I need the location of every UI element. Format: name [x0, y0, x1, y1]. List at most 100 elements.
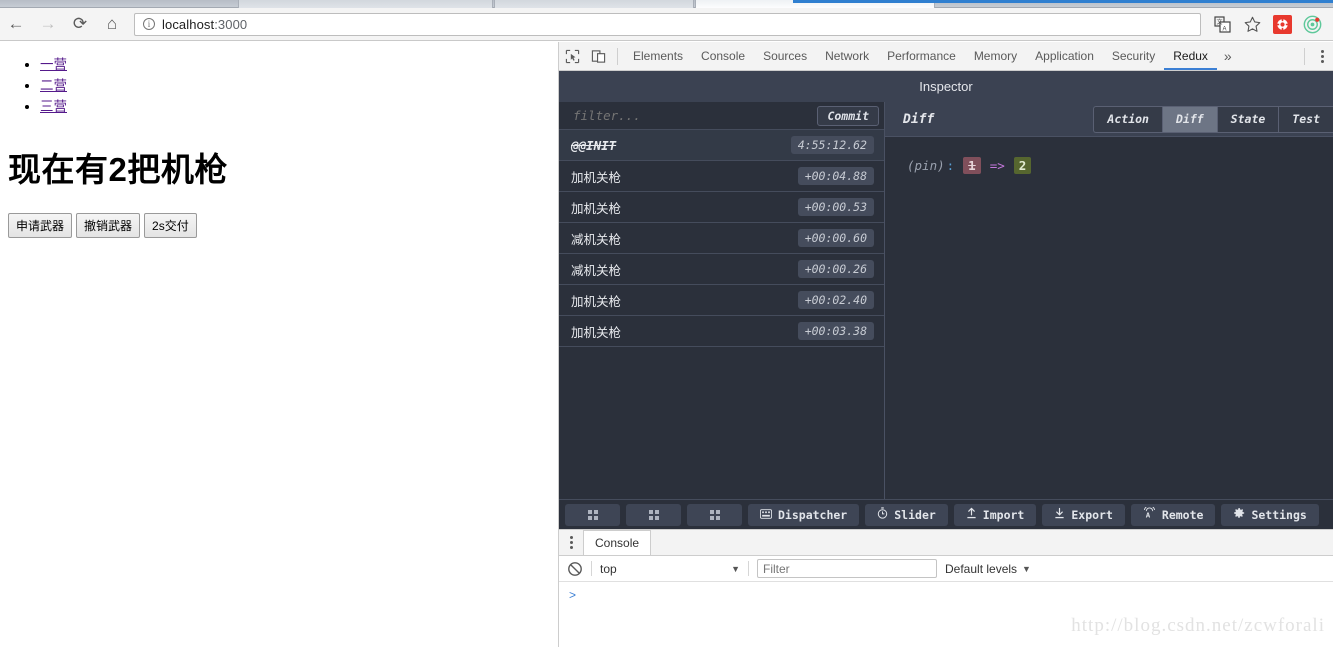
kebab-menu-icon[interactable]: [559, 529, 583, 555]
clear-console-icon[interactable]: [567, 561, 583, 577]
action-row[interactable]: 加机关枪 +00:00.53: [559, 192, 884, 223]
remote-button[interactable]: A Remote: [1130, 503, 1216, 526]
redux-body: Commit @@INIT 4:55:12.62 加机关枪 +00:04.88 …: [559, 102, 1333, 499]
tab-elements[interactable]: Elements: [624, 42, 692, 70]
settings-label: Settings: [1251, 507, 1307, 522]
reload-icon[interactable]: ⟳: [64, 8, 96, 40]
battalion-link[interactable]: 三营: [40, 99, 67, 114]
dispatcher-label: Dispatcher: [778, 507, 848, 522]
tab-redux[interactable]: Redux: [1164, 42, 1217, 70]
settings-button[interactable]: Settings: [1221, 503, 1319, 526]
console-filter-input[interactable]: [757, 559, 937, 578]
stopwatch-icon: [877, 507, 888, 522]
import-button[interactable]: Import: [953, 503, 1037, 526]
console-context-select[interactable]: top ▼: [600, 562, 740, 576]
more-tabs-icon[interactable]: »: [1217, 48, 1239, 64]
revoke-weapon-button[interactable]: 撤销武器: [76, 213, 141, 238]
devtools-panel: Elements Console Sources Network Perform…: [558, 42, 1333, 647]
inspector-tab-action[interactable]: Action: [1093, 105, 1162, 133]
url-host: localhost: [162, 16, 215, 32]
action-name: 减机关枪: [571, 262, 622, 278]
drawer-tab-console[interactable]: Console: [583, 530, 652, 555]
diff-colon: :: [946, 158, 955, 173]
divider: [748, 561, 749, 576]
diff-new-value: 2: [1013, 157, 1032, 174]
tab-application[interactable]: Application: [1026, 42, 1103, 70]
request-weapon-button[interactable]: 申请武器: [8, 213, 73, 238]
extension-icon[interactable]: [1269, 11, 1295, 37]
browser-tab-strip: [0, 0, 1333, 8]
inspector-title: Inspector: [559, 71, 1333, 102]
gear-icon: [1233, 507, 1245, 522]
dispatcher-button[interactable]: Dispatcher: [748, 503, 860, 526]
battalion-list: 一营 二营 三营: [0, 54, 558, 117]
tab-console[interactable]: Console: [692, 42, 754, 70]
actions-list[interactable]: @@INIT 4:55:12.62 加机关枪 +00:04.88 加机关枪 +0…: [559, 130, 884, 499]
divider: [591, 561, 592, 576]
export-button[interactable]: Export: [1042, 503, 1125, 526]
tab-security[interactable]: Security: [1103, 42, 1164, 70]
action-button-row: 申请武器 撤销武器 2s交付: [8, 213, 558, 238]
tab-sources[interactable]: Sources: [754, 42, 816, 70]
translate-icon[interactable]: 文 A: [1209, 11, 1235, 37]
inspect-element-icon[interactable]: [559, 43, 585, 70]
inspector-body: (pin) : 1 => 2: [885, 137, 1333, 499]
back-arrow-icon[interactable]: ←: [0, 8, 32, 40]
chart-monitor-button[interactable]: [687, 503, 742, 526]
toolbar-icons: 文 A: [1209, 11, 1333, 37]
address-bar-url: localhost:3000: [162, 17, 247, 32]
action-name: 加机关枪: [571, 200, 622, 216]
browser-tab[interactable]: [238, 0, 493, 8]
site-info-icon[interactable]: i: [143, 18, 155, 30]
kebab-menu-icon[interactable]: [1311, 43, 1333, 70]
commit-button[interactable]: Commit: [817, 105, 879, 126]
delayed-deliver-button[interactable]: 2s交付: [144, 213, 197, 238]
star-icon[interactable]: [1239, 11, 1265, 37]
react-devtools-icon[interactable]: [1299, 11, 1325, 37]
forward-arrow-icon: →: [39, 14, 57, 33]
slider-button[interactable]: Slider: [865, 503, 948, 526]
inspector-header: Diff Action Diff State Test: [885, 102, 1333, 137]
battalion-link[interactable]: 二营: [40, 78, 67, 93]
console-levels-select[interactable]: Default levels ▼: [945, 562, 1031, 576]
action-timestamp: +00:00.60: [797, 229, 874, 247]
action-row[interactable]: 加机关枪 +00:04.88: [559, 161, 884, 192]
action-row[interactable]: @@INIT 4:55:12.62: [559, 130, 884, 161]
tab-performance[interactable]: Performance: [878, 42, 965, 70]
address-bar[interactable]: i localhost:3000: [134, 12, 1201, 36]
chevron-down-icon: ▼: [1022, 563, 1031, 574]
log-monitor-button[interactable]: [565, 503, 620, 526]
action-timestamp: +00:00.26: [797, 260, 874, 278]
browser-tab[interactable]: [494, 0, 694, 8]
action-name: @@INIT: [571, 137, 617, 153]
action-name: 加机关枪: [571, 169, 622, 185]
grid-icon: [587, 509, 598, 520]
action-row[interactable]: 减机关枪 +00:00.60: [559, 223, 884, 254]
tab-network[interactable]: Network: [816, 42, 878, 70]
actions-filter-input[interactable]: [571, 107, 818, 124]
action-row[interactable]: 加机关枪 +00:03.38: [559, 316, 884, 347]
action-name: 加机关枪: [571, 293, 622, 309]
console-levels-label: Default levels: [945, 561, 1018, 576]
console-drawer: Console top ▼ Default levels ▼ >: [559, 529, 1333, 647]
console-output[interactable]: >: [559, 582, 1333, 647]
tab-memory[interactable]: Memory: [965, 42, 1026, 70]
tab-accent-bar: [793, 0, 1333, 3]
inspector-tab-state[interactable]: State: [1216, 105, 1279, 133]
home-icon[interactable]: ⌂: [96, 8, 128, 40]
chevron-down-icon: ▼: [731, 563, 740, 574]
inspector-tab-diff[interactable]: Diff: [1161, 105, 1217, 133]
browser-toolbar: ← → ⟳ ⌂ i localhost:3000 文 A: [0, 8, 1333, 41]
inspector-tab-test[interactable]: Test: [1278, 105, 1333, 133]
device-toolbar-icon[interactable]: [585, 43, 611, 70]
action-row[interactable]: 加机关枪 +00:02.40: [559, 285, 884, 316]
inspector-mode-label: Diff: [903, 111, 935, 127]
list-item: 二营: [40, 75, 558, 96]
battalion-link[interactable]: 一营: [40, 57, 67, 72]
console-context-value: top: [600, 561, 617, 576]
console-toolbar: top ▼ Default levels ▼: [559, 556, 1333, 582]
inspector-monitor-button[interactable]: [626, 503, 681, 526]
action-timestamp: +00:03.38: [797, 322, 874, 340]
action-row[interactable]: 减机关枪 +00:00.26: [559, 254, 884, 285]
action-name: 加机关枪: [571, 324, 622, 340]
